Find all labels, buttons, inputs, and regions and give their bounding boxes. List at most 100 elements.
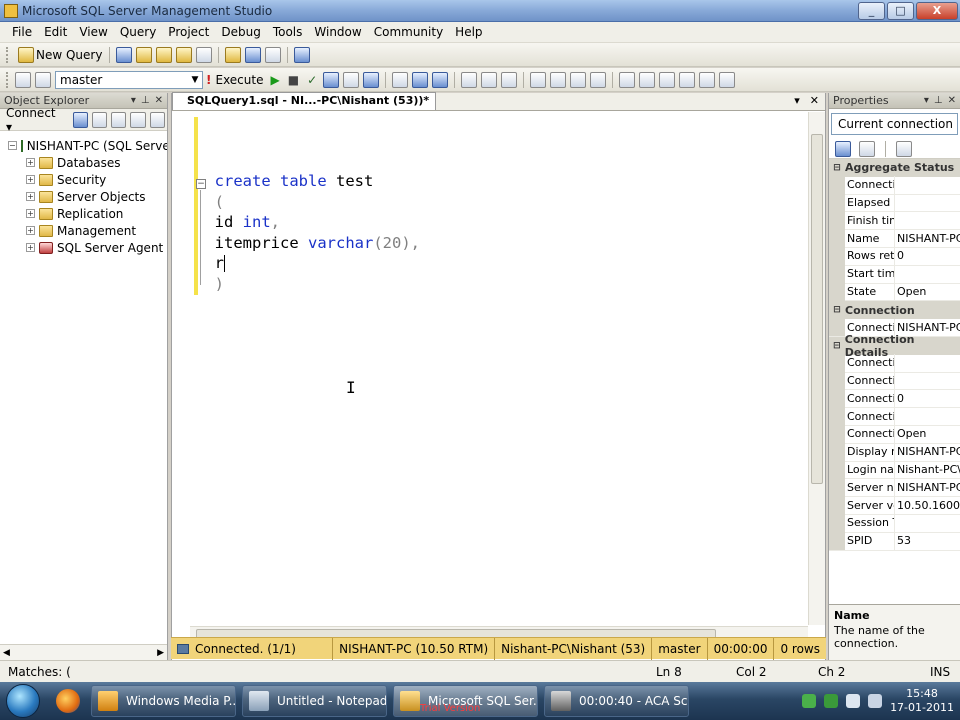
- new-query-button[interactable]: New Query: [13, 46, 105, 63]
- maximize-button[interactable]: □: [887, 1, 914, 20]
- editor-vscrollbar[interactable]: [808, 112, 825, 625]
- taskbar-item-notepad[interactable]: Untitled - Notepad: [242, 685, 387, 717]
- save-icon[interactable]: [245, 46, 262, 63]
- property-row[interactable]: Connecti: [829, 176, 960, 195]
- uncomment-icon[interactable]: [550, 71, 567, 88]
- connect-icon[interactable]: [15, 71, 31, 88]
- mdx-query-icon[interactable]: [156, 46, 173, 63]
- stop-icon[interactable]: [111, 111, 127, 128]
- comment-icon[interactable]: [530, 71, 547, 88]
- connect-dropdown[interactable]: Connect ▾: [6, 106, 63, 134]
- toolbar-grip[interactable]: [6, 46, 9, 63]
- execute-button[interactable]: ! Execute: [203, 73, 266, 87]
- taskbar-item-media-player[interactable]: Windows Media P...: [91, 685, 236, 717]
- firefox-pinned[interactable]: [48, 684, 88, 718]
- property-row[interactable]: Connecti: [829, 354, 960, 373]
- menu-file[interactable]: File: [6, 25, 38, 39]
- menu-project[interactable]: Project: [162, 25, 215, 39]
- property-row[interactable]: Login nai Nishant-PC\: [829, 461, 960, 480]
- property-row[interactable]: Elapsed t: [829, 194, 960, 213]
- properties-object-select[interactable]: Current connection p: [831, 113, 958, 135]
- specify-values-icon[interactable]: [363, 71, 380, 88]
- expand-icon[interactable]: +: [26, 192, 35, 201]
- tray-flag-icon[interactable]: [824, 694, 839, 708]
- disconnect-icon[interactable]: [91, 111, 108, 128]
- results-to-text-icon[interactable]: [461, 71, 478, 88]
- registered-servers-icon[interactable]: [659, 71, 676, 88]
- property-row[interactable]: Display n NISHANT-PC: [829, 443, 960, 462]
- pin-icon[interactable]: ⊥: [934, 95, 943, 106]
- open-file-icon[interactable]: [225, 46, 242, 63]
- menu-query[interactable]: Query: [114, 25, 162, 39]
- volume-icon[interactable]: [868, 694, 883, 708]
- menu-edit[interactable]: Edit: [38, 25, 73, 39]
- database-engine-query-icon[interactable]: [116, 46, 133, 63]
- expand-icon[interactable]: +: [26, 209, 35, 218]
- increase-indent-icon[interactable]: [590, 71, 607, 88]
- object-explorer-hscrollbar[interactable]: ◀ ▶: [0, 644, 167, 660]
- property-row[interactable]: Session T: [829, 514, 960, 533]
- property-row[interactable]: SPID 53: [829, 532, 960, 551]
- dmx-query-icon[interactable]: [176, 46, 193, 63]
- start-button[interactable]: [6, 684, 40, 718]
- object-explorer-icon[interactable]: [679, 71, 696, 88]
- tree-node-server-objects[interactable]: + Server Objects: [0, 188, 167, 205]
- parse-icon[interactable]: ✓: [307, 73, 317, 87]
- property-row[interactable]: Connecti: [829, 407, 960, 426]
- tree-node-sql-server-agent[interactable]: + SQL Server Agent: [0, 239, 167, 256]
- tray-app-icon[interactable]: [802, 694, 817, 708]
- activity-monitor-icon[interactable]: [294, 46, 311, 63]
- expand-icon[interactable]: +: [26, 158, 35, 167]
- display-estimated-plan-icon[interactable]: [323, 71, 340, 88]
- specify-template-icon[interactable]: [619, 71, 636, 88]
- template-explorer-icon[interactable]: [699, 71, 716, 88]
- include-actual-plan-icon[interactable]: [412, 71, 429, 88]
- cancel-query-icon[interactable]: ■: [288, 73, 299, 87]
- expand-icon[interactable]: +: [26, 175, 35, 184]
- taskbar-item-aca-screen-recorder[interactable]: 00:00:40 - ACA Sc...: [544, 685, 689, 717]
- menu-community[interactable]: Community: [368, 25, 449, 39]
- close-button[interactable]: X: [916, 1, 958, 20]
- collapse-icon[interactable]: −: [8, 141, 17, 150]
- pin-icon[interactable]: ⊥: [141, 95, 150, 106]
- intellisense-icon[interactable]: [392, 71, 409, 88]
- filter-icon[interactable]: [130, 111, 146, 128]
- refresh-icon[interactable]: [149, 111, 165, 128]
- available-databases-select[interactable]: master ▼: [55, 70, 203, 89]
- tree-node-replication[interactable]: + Replication: [0, 205, 167, 222]
- save-all-icon[interactable]: [265, 46, 282, 63]
- taskbar-item-ssms[interactable]: Microsoft SQL Ser... Trial Version: [393, 685, 538, 717]
- property-row[interactable]: Server ve 10.50.1600: [829, 496, 960, 515]
- property-pages-icon[interactable]: [896, 140, 912, 157]
- tab-list-icon[interactable]: ▾: [794, 94, 800, 107]
- property-row[interactable]: State Open: [829, 283, 960, 302]
- results-to-grid-icon[interactable]: [481, 71, 498, 88]
- minimize-button[interactable]: _: [858, 1, 885, 20]
- property-row[interactable]: Name NISHANT-PC: [829, 229, 960, 248]
- tree-node-management[interactable]: + Management: [0, 222, 167, 239]
- connect-object-icon[interactable]: [72, 111, 88, 128]
- clock[interactable]: 15:48 17-01-2011: [890, 687, 954, 715]
- menu-help[interactable]: Help: [449, 25, 488, 39]
- alphabetical-icon[interactable]: [859, 140, 875, 157]
- debug-icon[interactable]: ▶: [270, 73, 279, 87]
- property-category[interactable]: ⊟ Connection: [829, 301, 960, 320]
- analysis-services-query-icon[interactable]: [136, 46, 153, 63]
- expand-icon[interactable]: +: [26, 243, 35, 252]
- menu-tools[interactable]: Tools: [267, 25, 309, 39]
- property-row[interactable]: Connecti 0: [829, 389, 960, 409]
- property-row[interactable]: Connecti Open: [829, 425, 960, 444]
- query-options-icon[interactable]: [639, 71, 656, 88]
- property-category[interactable]: ⊟ Aggregate Status: [829, 159, 960, 177]
- collapse-icon[interactable]: ⊟: [829, 341, 845, 351]
- client-statistics-icon[interactable]: [432, 71, 449, 88]
- tree-node-security[interactable]: + Security: [0, 171, 167, 188]
- tree-node-server[interactable]: − NISHANT-PC (SQL Serve: [0, 137, 167, 154]
- scroll-thumb[interactable]: [811, 134, 823, 484]
- xmla-query-icon[interactable]: [196, 46, 213, 63]
- close-pane-icon[interactable]: ✕: [948, 95, 956, 106]
- categorized-icon[interactable]: [835, 140, 851, 157]
- toolbar-grip[interactable]: [6, 71, 9, 88]
- code-area[interactable]: create table test ( id int, itemprice va…: [196, 171, 420, 295]
- decrease-indent-icon[interactable]: [570, 71, 587, 88]
